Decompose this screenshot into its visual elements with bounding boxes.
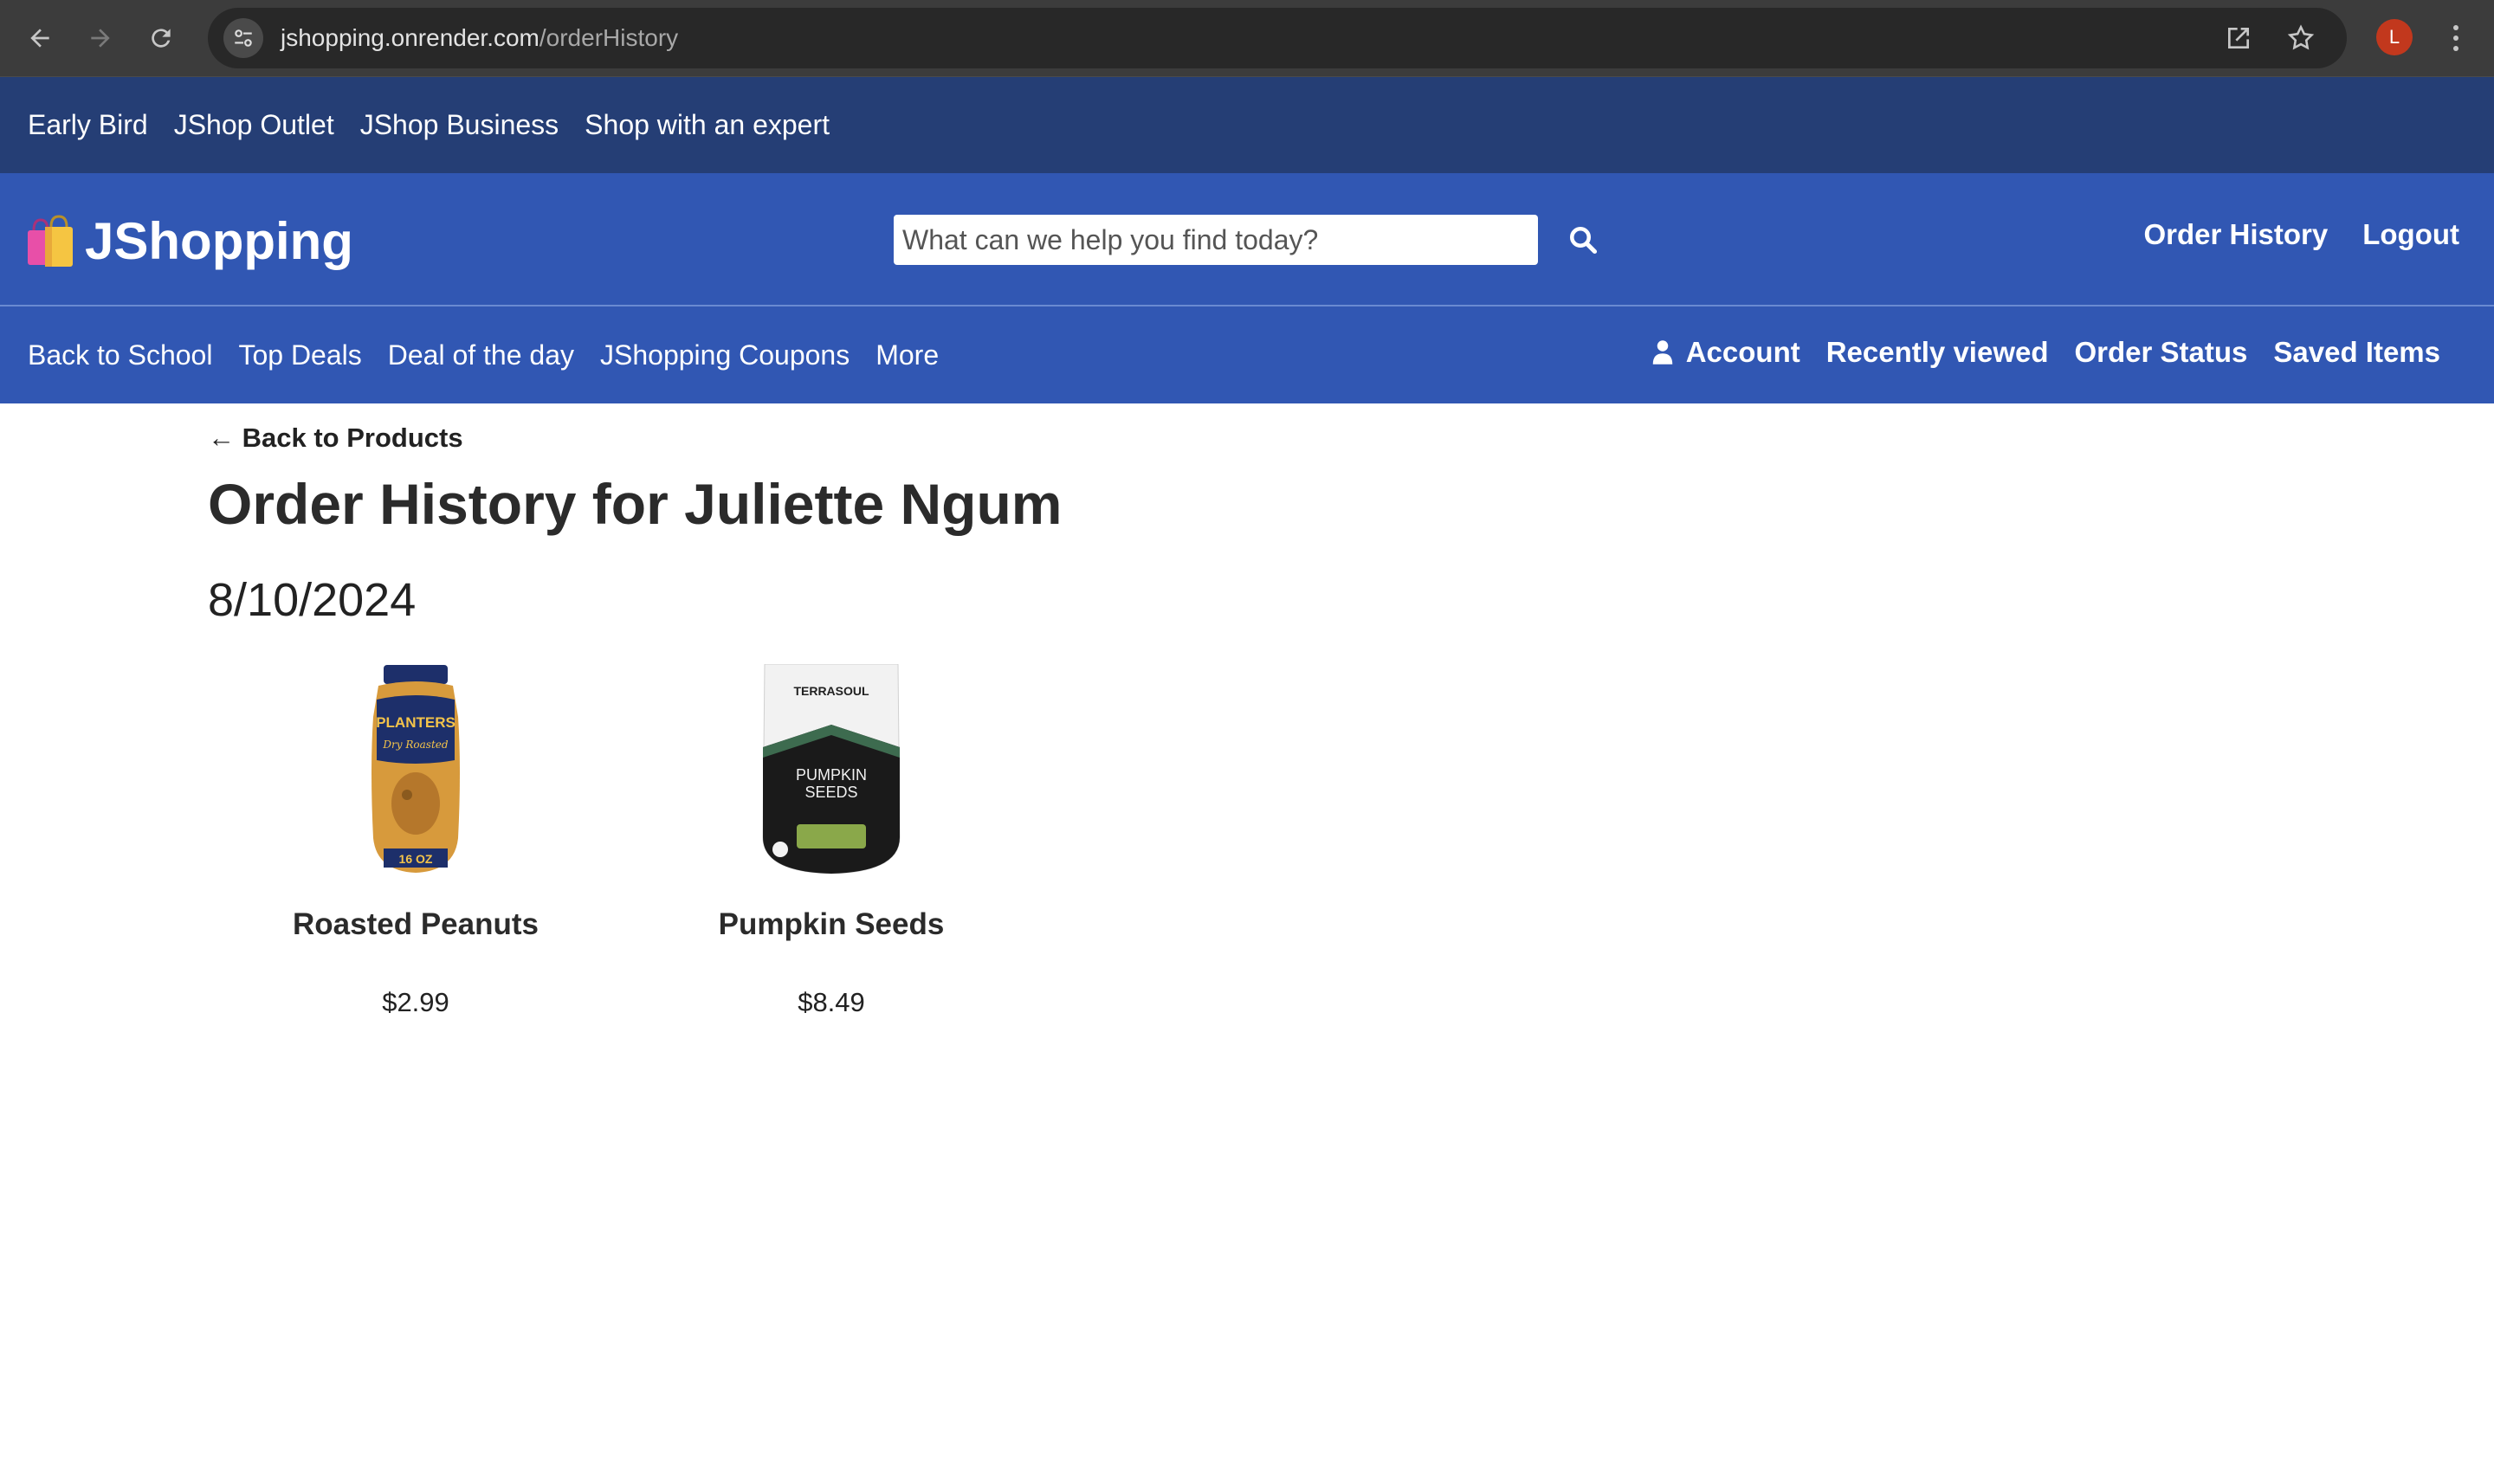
category-nav: Back to School Top Deals Deal of the day… [0, 306, 2494, 403]
logout-link[interactable]: Logout [2362, 218, 2459, 251]
nav-back-to-school[interactable]: Back to School [28, 339, 212, 371]
reload-icon[interactable] [137, 14, 185, 62]
browser-menu-icon[interactable] [2442, 19, 2470, 57]
url-path: /orderHistory [539, 24, 679, 51]
bookmark-star-icon[interactable] [2281, 18, 2321, 58]
address-bar[interactable]: jshopping.onrender.com/orderHistory [208, 8, 2347, 68]
peanuts-jar-image[interactable]: PLANTERS Dry Roasted 16 OZ [338, 663, 494, 876]
pumpkin-seeds-bag-image[interactable]: TERRASOUL PUMPKIN SEEDS [753, 663, 909, 876]
promo-link-early-bird[interactable]: Early Bird [28, 109, 148, 141]
seeds-title-bottom: SEEDS [804, 784, 857, 801]
open-in-app-icon[interactable] [2219, 18, 2258, 58]
order-history-link[interactable]: Order History [2143, 218, 2328, 251]
promo-nav: Early Bird JShop Outlet JShop Business S… [0, 76, 2494, 173]
recently-viewed-link[interactable]: Recently viewed [1826, 336, 2049, 369]
product-price: $2.99 [382, 987, 449, 1017]
nav-top-deals[interactable]: Top Deals [238, 339, 361, 371]
back-to-products-link[interactable]: ← Back to Products [208, 423, 463, 454]
promo-link-shop-with-expert[interactable]: Shop with an expert [585, 109, 830, 141]
profile-avatar[interactable]: L [2376, 19, 2413, 55]
order-status-link[interactable]: Order Status [2075, 336, 2248, 369]
product-card[interactable]: PLANTERS Dry Roasted 16 OZ Roasted Peanu… [208, 663, 624, 1018]
search-input[interactable] [894, 215, 1538, 265]
product-card[interactable]: TERRASOUL PUMPKIN SEEDS Pumpkin Seeds $8… [624, 663, 1039, 1018]
main-content: ← Back to Products Order History for Jul… [208, 423, 2286, 1018]
order-date: 8/10/2024 [208, 574, 417, 626]
browser-toolbar: jshopping.onrender.com/orderHistory L [0, 0, 2494, 76]
site-settings-icon[interactable] [223, 18, 263, 58]
product-price: $8.49 [798, 987, 865, 1017]
promo-link-jshop-outlet[interactable]: JShop Outlet [174, 109, 334, 141]
order-product-list: PLANTERS Dry Roasted 16 OZ Roasted Peanu… [208, 663, 2286, 1018]
peanuts-variety-label: Dry Roasted [382, 739, 448, 751]
search-icon[interactable] [1564, 221, 1602, 259]
logo-text: JShopping [85, 212, 353, 270]
saved-items-link[interactable]: Saved Items [2273, 336, 2440, 369]
peanuts-brand-label: PLANTERS [376, 714, 456, 731]
account-label: Account [1685, 336, 1800, 368]
url-host: jshopping.onrender.com [281, 24, 540, 51]
site-header: JShopping Order History Logout [0, 173, 2494, 306]
promo-link-jshop-business[interactable]: JShop Business [360, 109, 559, 141]
person-icon [1652, 340, 1672, 365]
peanuts-size-label: 16 OZ [399, 852, 433, 866]
back-arrow-icon[interactable] [16, 14, 64, 62]
nav-jshopping-coupons[interactable]: JShopping Coupons [600, 339, 850, 371]
search-bar [894, 215, 1602, 265]
header-account-links: Order History Logout [2143, 218, 2459, 251]
product-name: Pumpkin Seeds [718, 907, 945, 941]
site-logo[interactable]: JShopping [26, 211, 353, 271]
nav-deal-of-the-day[interactable]: Deal of the day [388, 339, 574, 371]
nav-more[interactable]: More [875, 339, 939, 371]
url-text: jshopping.onrender.com/orderHistory [281, 24, 678, 52]
shopping-bags-icon [28, 214, 73, 267]
forward-arrow-icon[interactable] [76, 14, 125, 62]
seeds-title-top: PUMPKIN [796, 766, 867, 784]
page-title: Order History for Juliette Ngum [208, 472, 1063, 536]
seeds-brand-label: TERRASOUL [793, 684, 869, 698]
product-name: Roasted Peanuts [293, 907, 539, 941]
account-link[interactable]: Account [1651, 336, 1800, 369]
